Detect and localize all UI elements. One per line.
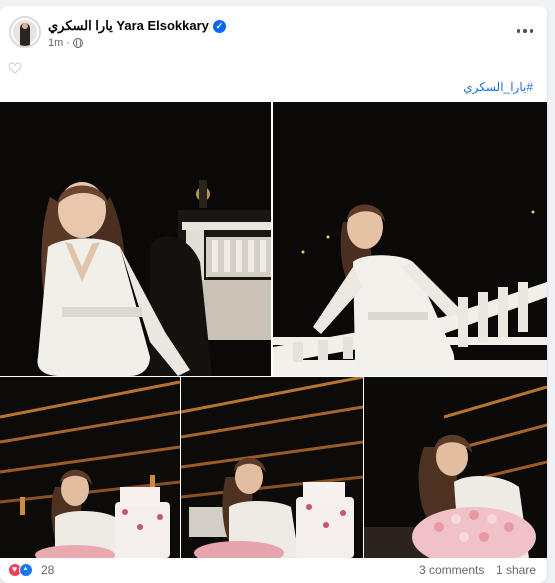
more-dot-icon [523,29,527,33]
photo-4-art [181,377,363,558]
post-footer: 28 3 comments 1 share [0,558,547,583]
post-photo-2[interactable] [273,102,547,376]
post-time[interactable]: 1m [48,37,63,49]
shares-count[interactable]: 1 share [496,563,536,577]
author-name[interactable]: يارا السكري Yara Elsokkary [48,18,209,34]
meta-separator: · [66,37,70,49]
author-line: يارا السكري Yara Elsokkary ✓ [48,18,226,34]
more-dot-icon [516,29,521,33]
reactions-summary[interactable] [8,563,38,577]
comments-count[interactable]: 3 comments [419,563,484,577]
avatar[interactable] [9,16,41,48]
photo-3-art [0,377,180,558]
more-dot-icon [529,29,534,33]
post-header: يارا السكري Yara Elsokkary ✓ 1m · [0,6,547,58]
photo-2-art [273,102,547,376]
post-photo-4[interactable] [181,377,363,558]
more-options-button[interactable] [513,20,537,42]
reaction-count[interactable]: 28 [41,563,54,577]
photo-5-art [364,377,547,558]
post-photo-1[interactable] [0,102,271,376]
like-reaction-icon [19,563,33,577]
avatar-face [22,23,28,29]
photo-1-art [0,102,271,376]
globe-icon[interactable] [72,38,83,48]
post-card: يارا السكري Yara Elsokkary ✓ 1m · #يارا_… [0,6,547,583]
post-meta: 1m · [48,37,83,49]
white-heart-icon [8,62,22,74]
verified-badge-icon: ✓ [212,19,226,33]
post-photo-5[interactable] [364,377,547,558]
post-photo-3[interactable] [0,377,180,558]
hashtag-link[interactable]: #يارا_السكري [463,80,533,94]
